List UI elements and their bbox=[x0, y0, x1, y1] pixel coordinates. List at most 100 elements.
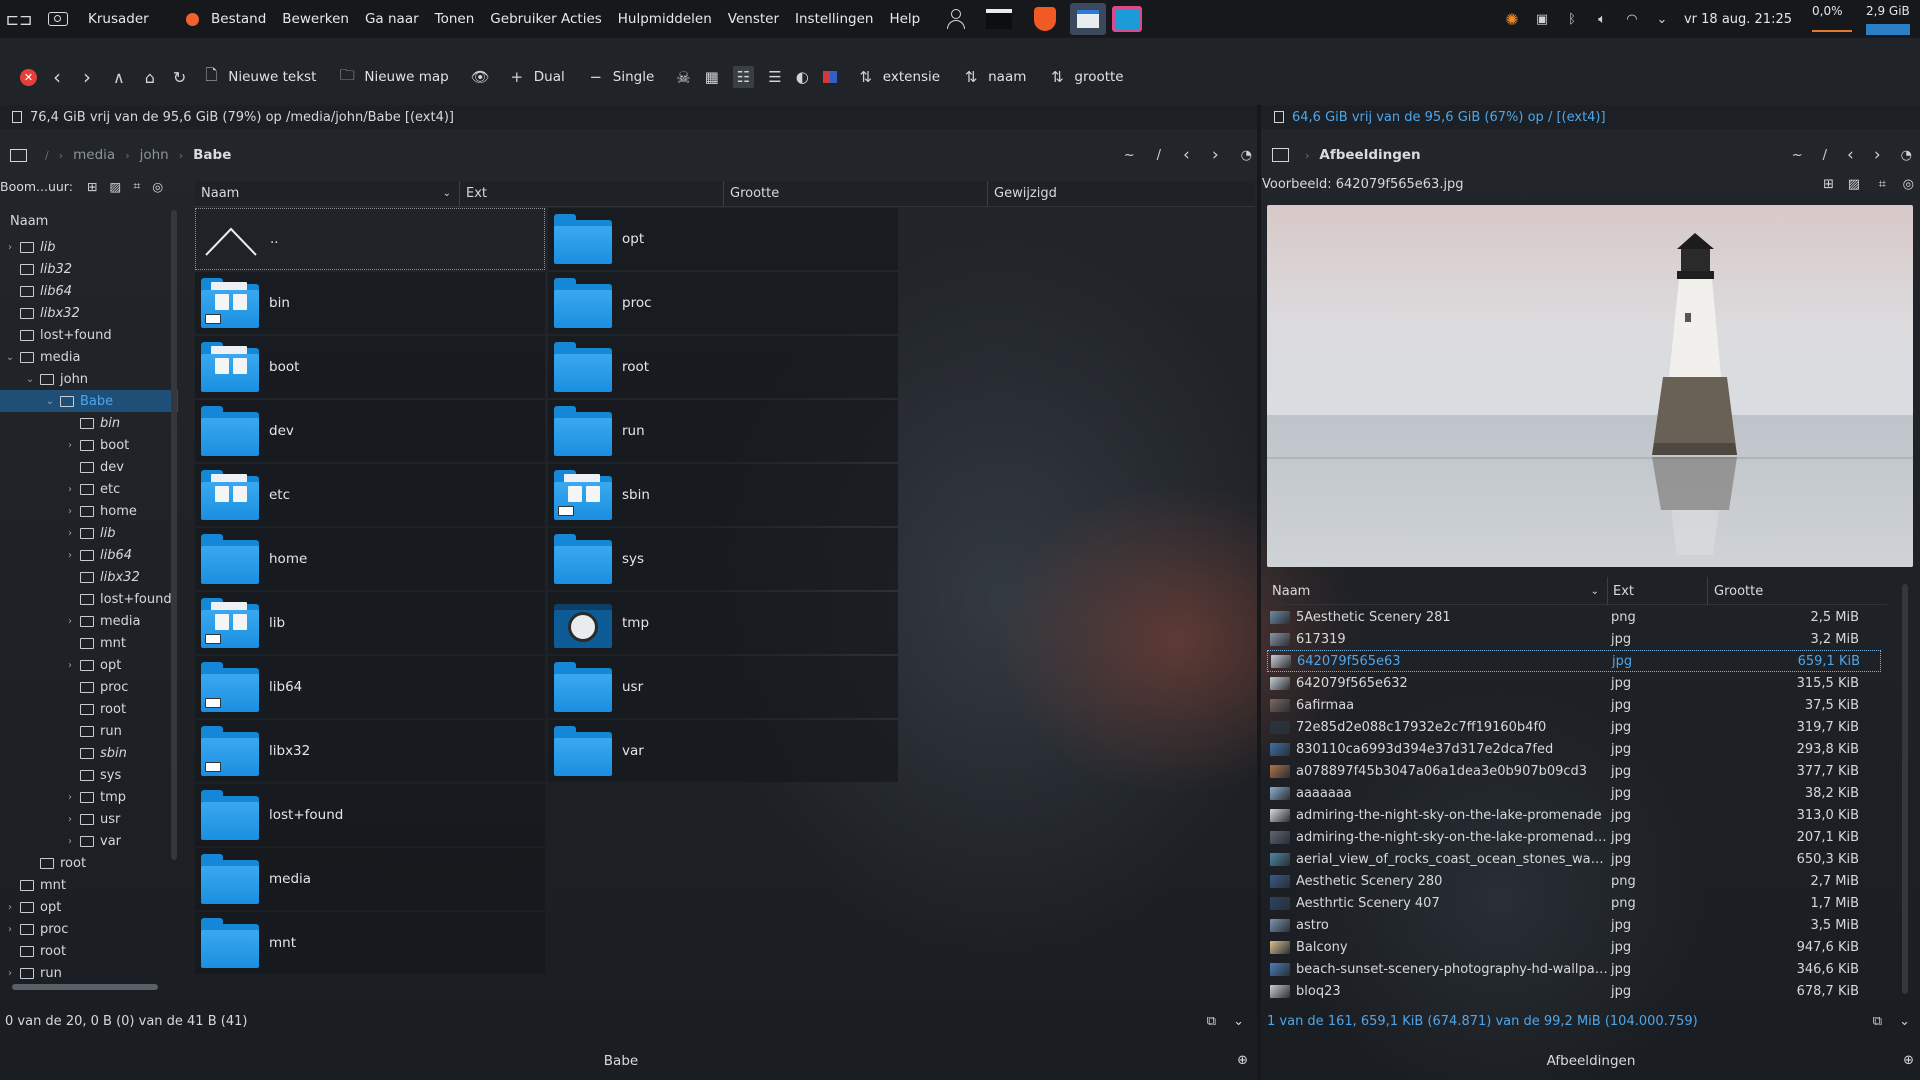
sort-by-name-button[interactable]: ⇅ naam bbox=[962, 62, 1027, 92]
tree-item-bin[interactable]: bin bbox=[0, 412, 178, 434]
status-chevron-icon[interactable]: ⌄ bbox=[1233, 1014, 1244, 1029]
back-icon[interactable]: ‹ bbox=[53, 65, 61, 89]
split-colors-icon[interactable] bbox=[822, 71, 837, 83]
memory-monitor[interactable]: 2,9 GiB bbox=[1866, 3, 1910, 35]
volume-icon[interactable]: 🔈︎ bbox=[1594, 11, 1610, 27]
clipboard-icon[interactable]: ▣ bbox=[1534, 11, 1550, 27]
tree-item-var[interactable]: › var bbox=[0, 830, 178, 852]
tree-item-boot[interactable]: › boot bbox=[0, 434, 178, 456]
parent-folder-icon[interactable]: ∧ bbox=[113, 68, 125, 87]
chevron-down-icon[interactable]: ⌄ bbox=[24, 374, 36, 385]
file-row[interactable]: bloq23 jpg 678,7 KiB bbox=[1267, 980, 1881, 1002]
cpu-monitor[interactable]: 0,0% bbox=[1812, 3, 1852, 35]
file-row[interactable]: admiring-the-night-sky-on-the-lake-prome… bbox=[1267, 804, 1881, 826]
tree-item-lib64[interactable]: lib64 bbox=[0, 280, 178, 302]
icon-view-icon[interactable]: ▦ bbox=[705, 68, 719, 86]
history-forward-icon[interactable]: › bbox=[1874, 145, 1881, 165]
copy-icon[interactable]: ⧉ bbox=[1207, 1014, 1216, 1029]
bluetooth-icon[interactable]: ᛒ bbox=[1564, 11, 1580, 27]
chevron-right-icon[interactable]: › bbox=[4, 924, 16, 935]
tree-item-run[interactable]: › run bbox=[0, 962, 178, 981]
activities-icon[interactable]: ⊏⊐ bbox=[0, 10, 38, 29]
panel-splitter[interactable] bbox=[1257, 105, 1261, 1080]
tree-view-icon[interactable]: ⊞ bbox=[87, 179, 97, 194]
file-row[interactable]: 642079f565e63 jpg 659,1 KiB bbox=[1267, 650, 1881, 672]
file-row[interactable]: Aesthetic Scenery 280 png 2,7 MiB bbox=[1267, 870, 1881, 892]
column-ext[interactable]: Ext bbox=[460, 181, 724, 206]
file-row[interactable]: 617319 jpg 3,2 MiB bbox=[1267, 628, 1881, 650]
preview-image-icon[interactable]: ▨ bbox=[1848, 177, 1860, 192]
history-back-icon[interactable]: ‹ bbox=[1183, 145, 1190, 165]
single-panel-button[interactable]: − Single bbox=[587, 62, 654, 92]
media-app-launcher-icon[interactable] bbox=[1112, 6, 1143, 32]
sort-by-size-button[interactable]: ⇅ grootte bbox=[1048, 62, 1124, 92]
tree-item-proc[interactable]: proc bbox=[0, 676, 178, 698]
folder-item-home[interactable]: home bbox=[195, 528, 545, 590]
file-row[interactable]: admiring-the-night-sky-on-the-lake-prome… bbox=[1267, 826, 1881, 848]
tree-item-media[interactable]: › media bbox=[0, 610, 178, 632]
breadcrumb-afbeeldingen[interactable]: Afbeeldingen bbox=[1319, 147, 1420, 163]
root-shortcut-button[interactable]: / bbox=[1157, 148, 1161, 163]
column-modified[interactable]: Gewijzigd bbox=[988, 181, 1248, 206]
file-row[interactable]: 72e85d2e088c17932e2c7ff19160b4f0 jpg 319,7… bbox=[1267, 716, 1881, 738]
file-row[interactable]: aerial_view_of_rocks_coast_ocean_stones_… bbox=[1267, 848, 1881, 870]
hidden-files-toggle-icon[interactable]: 👁︎ bbox=[471, 68, 490, 86]
preview-icon[interactable]: ◐ bbox=[796, 68, 809, 86]
file-row[interactable]: 642079f565e632 jpg 315,5 KiB bbox=[1267, 672, 1881, 694]
right-tab-afbeeldingen[interactable]: Afbeeldingen bbox=[1547, 1053, 1636, 1069]
chevron-right-icon[interactable]: › bbox=[4, 242, 16, 253]
folder-item-boot[interactable]: boot bbox=[195, 336, 545, 398]
tree-item-etc[interactable]: › etc bbox=[0, 478, 178, 500]
folder-item-sys[interactable]: sys bbox=[548, 528, 898, 590]
status-chevron-icon[interactable]: ⌄ bbox=[1899, 1014, 1910, 1029]
history-back-icon[interactable]: ‹ bbox=[1847, 145, 1854, 165]
tree-item-root[interactable]: root bbox=[0, 940, 178, 962]
folder-item-sbin[interactable]: sbin bbox=[548, 464, 898, 526]
chevron-right-icon[interactable]: › bbox=[64, 616, 76, 627]
brave-browser-icon[interactable] bbox=[1034, 7, 1057, 31]
tree-item-babe[interactable]: ⌄ Babe bbox=[0, 390, 178, 412]
preview-crop-icon[interactable]: ⌗ bbox=[1879, 177, 1886, 192]
folder-item-media[interactable]: media bbox=[195, 848, 545, 910]
tree-item-opt[interactable]: › opt bbox=[0, 896, 178, 918]
screenshot-icon[interactable] bbox=[38, 12, 78, 26]
column-name[interactable]: Naam ⌄ bbox=[1267, 577, 1608, 605]
folder-item-opt[interactable]: opt bbox=[548, 208, 898, 270]
folder-item-tmp[interactable]: tmp bbox=[548, 592, 898, 654]
file-row[interactable]: beach-sunset-scenery-photography-hd-wall… bbox=[1267, 958, 1881, 980]
tree-item-lib[interactable]: › lib bbox=[0, 522, 178, 544]
menu-hulpmiddelen[interactable]: Hulpmiddelen bbox=[610, 11, 720, 27]
folder-item-libx32[interactable]: libx32 bbox=[195, 720, 545, 782]
chevron-right-icon[interactable]: › bbox=[64, 440, 76, 451]
menu-bestand[interactable]: Bestand bbox=[203, 11, 274, 27]
folder-item-usr[interactable]: usr bbox=[548, 656, 898, 718]
parent-directory-item[interactable]: .. bbox=[195, 208, 545, 270]
folder-item-bin[interactable]: bin bbox=[195, 272, 545, 334]
file-manager-launcher-icon[interactable] bbox=[1070, 3, 1107, 35]
copy-icon[interactable]: ⧉ bbox=[1873, 1014, 1882, 1029]
tree-horizontal-scrollbar[interactable] bbox=[12, 984, 158, 990]
new-text-button[interactable]: 🗋 Nieuwe tekst bbox=[202, 62, 316, 92]
detailed-view-icon[interactable]: ☷ bbox=[732, 66, 755, 88]
reload-icon[interactable]: ↻ bbox=[173, 68, 186, 87]
tree-item-usr[interactable]: › usr bbox=[0, 808, 178, 830]
folder-item-lost-found[interactable]: lost+found bbox=[195, 784, 545, 846]
history-forward-icon[interactable]: › bbox=[1212, 145, 1219, 165]
chevron-right-icon[interactable]: › bbox=[64, 660, 76, 671]
chevron-right-icon[interactable]: › bbox=[64, 506, 76, 517]
tree-item-sbin[interactable]: sbin bbox=[0, 742, 178, 764]
breadcrumb-media[interactable]: media bbox=[73, 147, 115, 163]
tree-item-lib64[interactable]: › lib64 bbox=[0, 544, 178, 566]
tree-item-libx32[interactable]: libx32 bbox=[0, 566, 178, 588]
file-row[interactable]: 830110ca6993d394e37d317e2dca7fed jpg 293,8… bbox=[1267, 738, 1881, 760]
tree-item-dev[interactable]: dev bbox=[0, 456, 178, 478]
tree-item-lost-found[interactable]: lost+found bbox=[0, 324, 178, 346]
new-folder-button[interactable]: 🗀 Nieuwe map bbox=[338, 62, 449, 92]
tree-item-mnt[interactable]: mnt bbox=[0, 874, 178, 896]
file-row[interactable]: astro jpg 3,5 MiB bbox=[1267, 914, 1881, 936]
tree-item-sys[interactable]: sys bbox=[0, 764, 178, 786]
folder-item-mnt[interactable]: mnt bbox=[195, 912, 545, 974]
preview-view-icon[interactable]: ⊞ bbox=[1823, 177, 1834, 192]
file-row[interactable]: Aesthrtic Scenery 407 png 1,7 MiB bbox=[1267, 892, 1881, 914]
folder-item-root[interactable]: root bbox=[548, 336, 898, 398]
